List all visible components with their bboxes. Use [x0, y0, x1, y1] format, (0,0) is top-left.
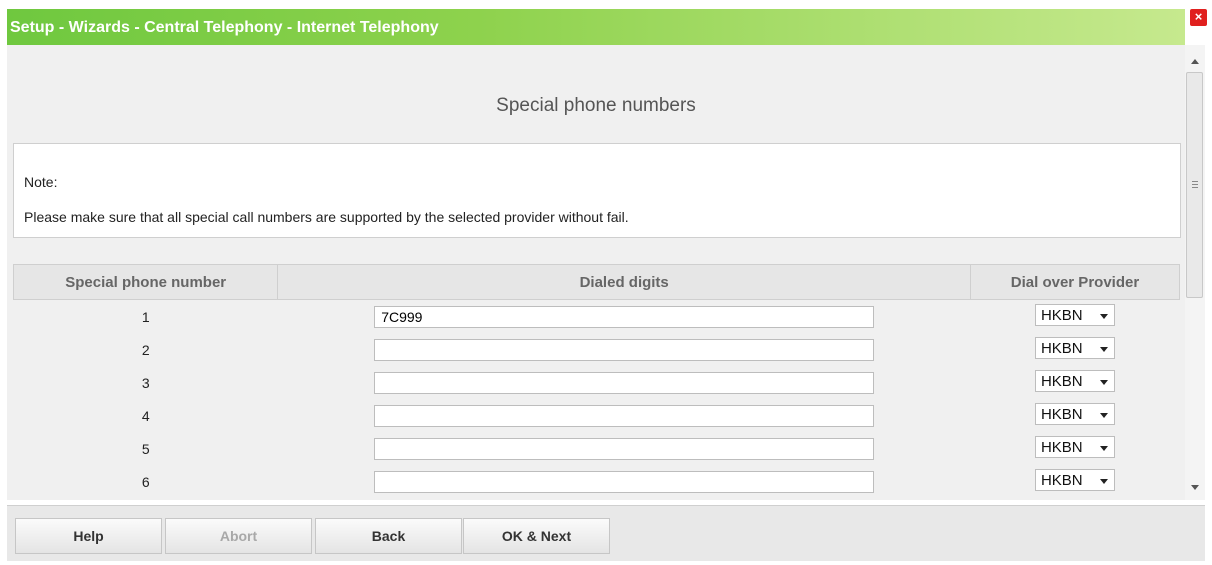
special-numbers-table: Special phone number Dialed digits Dial … — [12, 264, 1181, 498]
provider-cell: HKBN — [970, 399, 1179, 432]
provider-value: HKBN — [1040, 472, 1083, 489]
ok-next-button[interactable]: OK & Next — [463, 518, 610, 554]
chevron-down-icon — [1099, 413, 1108, 418]
title-bar: Setup - Wizards - Central Telephony - In… — [7, 9, 1185, 45]
dialed-digits-cell — [278, 333, 971, 366]
provider-value: HKBN — [1040, 340, 1083, 357]
provider-select[interactable]: HKBN — [1034, 436, 1115, 458]
scroll-up-arrow-icon[interactable] — [1191, 59, 1199, 64]
dialed-digits-cell — [278, 399, 971, 432]
chevron-down-icon — [1099, 380, 1108, 385]
provider-select[interactable]: HKBN — [1034, 469, 1115, 491]
window-title: Setup - Wizards - Central Telephony - In… — [10, 19, 439, 36]
row-number: 4 — [141, 407, 150, 424]
back-button[interactable]: Back — [315, 518, 462, 554]
table-row: 2 HKBN — [14, 333, 1180, 366]
dialed-digits-input[interactable] — [374, 305, 875, 328]
provider-cell: HKBN — [970, 366, 1179, 399]
note-label: Note: — [24, 174, 58, 190]
row-number: 1 — [141, 308, 150, 325]
table-row: 1 HKBN — [14, 300, 1180, 334]
provider-value: HKBN — [1040, 307, 1083, 324]
chevron-down-icon — [1099, 479, 1108, 484]
provider-cell: HKBN — [970, 465, 1179, 498]
provider-cell: HKBN — [970, 333, 1179, 366]
column-header-dialed-digits: Dialed digits — [277, 264, 971, 300]
provider-cell: HKBN — [970, 300, 1179, 334]
table-row: 4 HKBN — [14, 399, 1180, 432]
row-number: 6 — [141, 473, 150, 490]
row-number: 2 — [141, 341, 150, 358]
button-bar: Help Abort Back OK & Next — [7, 505, 1205, 561]
provider-select[interactable]: HKBN — [1034, 403, 1115, 425]
grip-icon — [1192, 181, 1198, 182]
dialed-digits-input[interactable] — [374, 338, 875, 361]
page-title: Special phone numbers — [496, 95, 696, 116]
dialed-digits-input[interactable] — [374, 437, 875, 460]
scroll-down-arrow-icon[interactable] — [1191, 485, 1199, 490]
provider-value: HKBN — [1040, 373, 1083, 390]
note-text: Please make sure that all special call n… — [24, 209, 629, 225]
provider-select[interactable]: HKBN — [1034, 370, 1115, 392]
provider-cell: HKBN — [970, 432, 1179, 465]
table-row: 6 HKBN — [14, 465, 1180, 498]
dialed-digits-input[interactable] — [374, 470, 875, 493]
wizard-window: Setup - Wizards - Central Telephony - In… — [0, 0, 1212, 565]
provider-value: HKBN — [1040, 406, 1083, 423]
note-box: Note: Please make sure that all special … — [13, 143, 1181, 238]
chevron-down-icon — [1099, 446, 1108, 451]
chevron-down-icon — [1099, 314, 1108, 319]
table-header-row: Special phone number Dialed digits Dial … — [12, 264, 1181, 300]
dialed-digits-input[interactable] — [374, 404, 875, 427]
column-header-dial-over-provider: Dial over Provider — [969, 264, 1181, 300]
content-area: Special phone numbers Note: Please make … — [7, 45, 1185, 500]
vertical-scrollbar[interactable] — [1185, 45, 1205, 500]
dialed-digits-cell — [278, 465, 971, 498]
dialed-digits-cell — [278, 432, 971, 465]
abort-button: Abort — [165, 518, 312, 554]
dialed-digits-cell — [278, 366, 971, 399]
dialed-digits-cell — [278, 300, 971, 334]
provider-select[interactable]: HKBN — [1034, 337, 1115, 359]
chevron-down-icon — [1099, 347, 1108, 352]
row-number: 5 — [141, 440, 150, 457]
provider-select[interactable]: HKBN — [1034, 304, 1115, 326]
help-button[interactable]: Help — [15, 518, 162, 554]
row-number: 3 — [141, 374, 150, 391]
column-header-special-phone-number: Special phone number — [12, 264, 279, 300]
provider-value: HKBN — [1040, 439, 1083, 456]
dialed-digits-input[interactable] — [374, 371, 875, 394]
table-row: 5 HKBN — [14, 432, 1180, 465]
close-icon[interactable]: × — [1190, 9, 1207, 26]
table-row: 3 HKBN — [14, 366, 1180, 399]
scrollbar-thumb[interactable] — [1186, 72, 1203, 298]
